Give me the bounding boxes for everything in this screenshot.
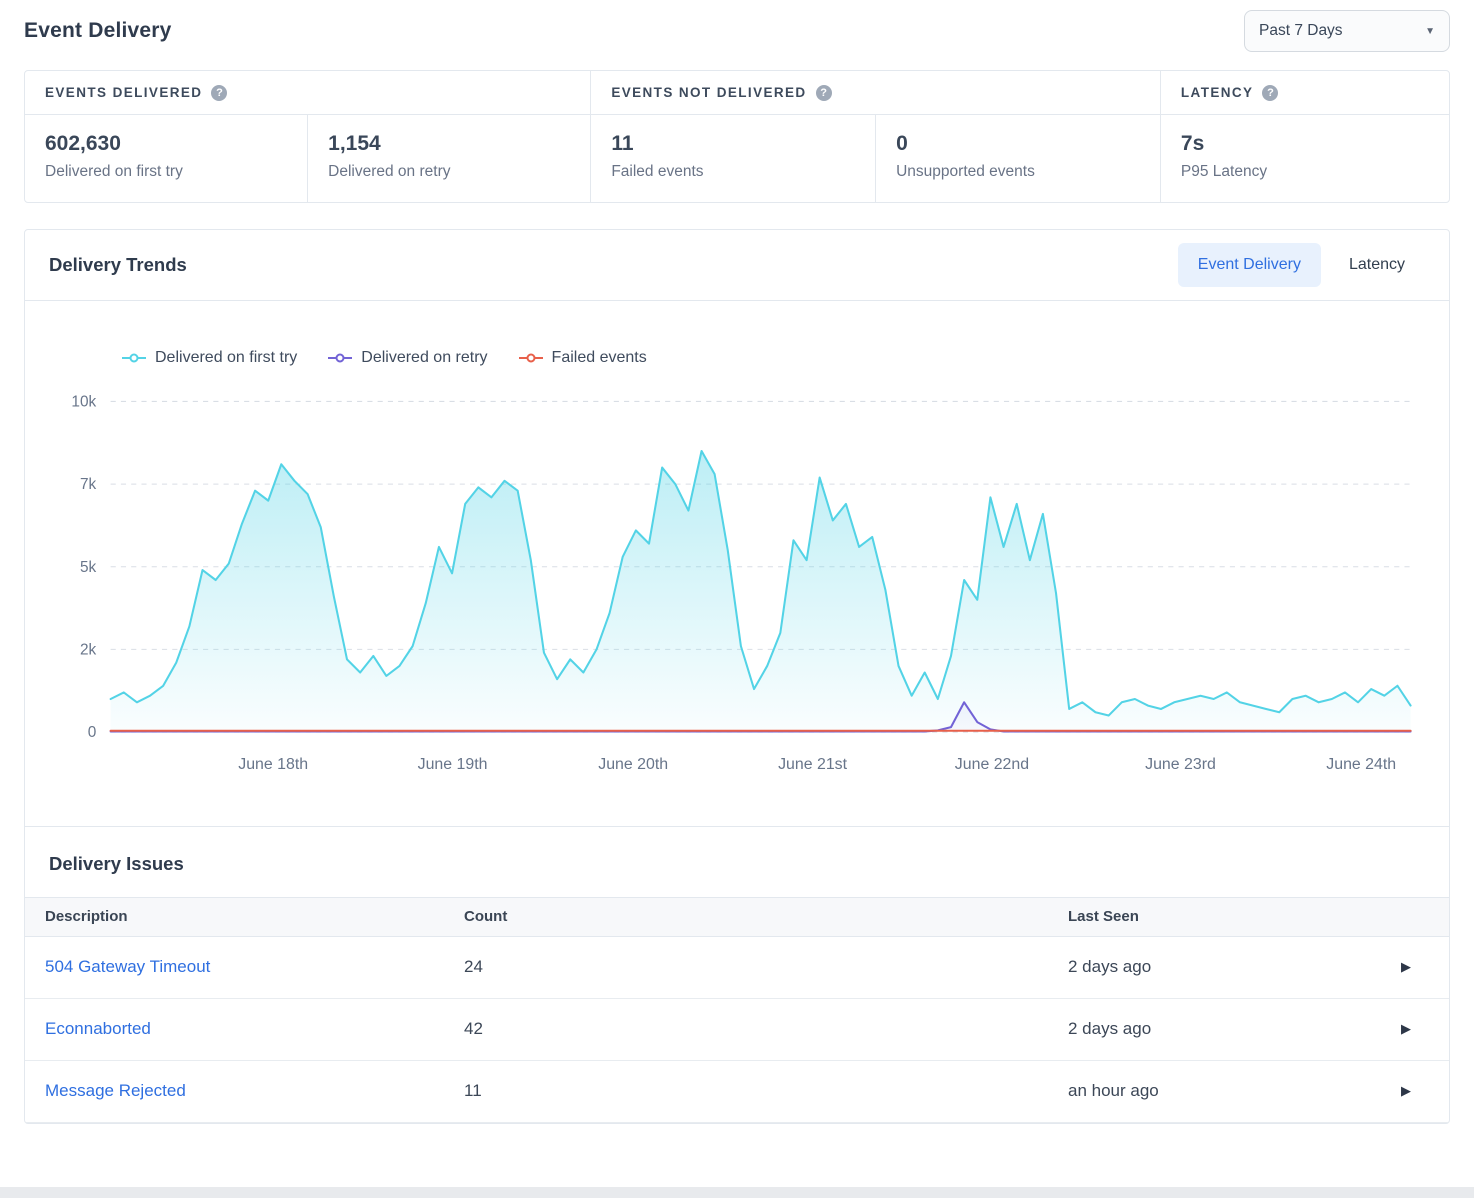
legend-marker-icon [121, 352, 147, 364]
stat-value: 602,630 [45, 132, 287, 156]
event-delivery-page: Event Delivery Past 7 Days ▼ EVENTS DELI… [0, 0, 1474, 1198]
page-footer-strip [0, 1187, 1474, 1198]
svg-text:June 24th: June 24th [1326, 756, 1396, 773]
col-header-last-seen: Last Seen [1068, 908, 1401, 925]
chevron-right-icon[interactable]: ▶ [1401, 1083, 1411, 1099]
chevron-right-icon[interactable]: ▶ [1401, 959, 1411, 975]
stat-group-title: EVENTS NOT DELIVERED [611, 85, 806, 100]
table-row[interactable]: Message Rejected 11 an hour ago ▶ [25, 1061, 1449, 1123]
help-icon[interactable]: ? [211, 85, 227, 101]
legend-label: Delivered on retry [361, 349, 487, 367]
stats-card: EVENTS DELIVERED ? 602,630 Delivered on … [24, 70, 1450, 203]
issues-table: Description Count Last Seen 504 Gateway … [25, 897, 1449, 1123]
svg-text:7k: 7k [80, 476, 97, 493]
chevron-right-icon[interactable]: ▶ [1401, 1021, 1411, 1037]
stat-label: P95 Latency [1181, 163, 1429, 181]
stat-cell-failed: 11 Failed events [591, 115, 875, 202]
stat-cell-retry: 1,154 Delivered on retry [307, 115, 590, 202]
issues-title: Delivery Issues [25, 827, 1449, 897]
svg-text:June 19th: June 19th [418, 756, 488, 773]
legend-marker-icon [327, 352, 353, 364]
page-title: Event Delivery [24, 19, 172, 43]
stat-value: 7s [1181, 132, 1429, 156]
table-row[interactable]: 504 Gateway Timeout 24 2 days ago ▶ [25, 937, 1449, 999]
svg-text:June 20th: June 20th [598, 756, 668, 773]
svg-text:5k: 5k [80, 559, 97, 576]
stat-group-header: EVENTS NOT DELIVERED ? [591, 71, 1160, 115]
stat-group-events-delivered: EVENTS DELIVERED ? 602,630 Delivered on … [25, 71, 590, 202]
delivery-trends-header: Delivery Trends Event Delivery Latency [25, 230, 1449, 301]
col-header-count: Count [464, 908, 1068, 925]
stat-label: Delivered on retry [328, 163, 570, 181]
page-header: Event Delivery Past 7 Days ▼ [24, 6, 1450, 70]
svg-text:2k: 2k [80, 642, 97, 659]
delivery-issues-section: Delivery Issues Description Count Last S… [25, 826, 1449, 1123]
legend-item-first-try: Delivered on first try [121, 349, 297, 367]
trends-title: Delivery Trends [49, 254, 187, 276]
legend-item-retry: Delivered on retry [327, 349, 487, 367]
issue-last-seen: 2 days ago [1068, 957, 1401, 977]
stat-cell-p95-latency: 7s P95 Latency [1161, 115, 1449, 202]
svg-text:0: 0 [88, 724, 97, 741]
tab-latency[interactable]: Latency [1329, 243, 1425, 287]
stat-value: 11 [611, 132, 855, 156]
time-range-dropdown[interactable]: Past 7 Days ▼ [1244, 10, 1450, 52]
svg-text:June 22nd: June 22nd [955, 756, 1029, 773]
legend-label: Failed events [552, 349, 647, 367]
issue-link[interactable]: Message Rejected [45, 1081, 186, 1100]
stat-group-events-not-delivered: EVENTS NOT DELIVERED ? 11 Failed events … [590, 71, 1160, 202]
stat-value: 0 [896, 132, 1140, 156]
issue-count: 42 [464, 1019, 1068, 1039]
issue-link[interactable]: Econnaborted [45, 1019, 151, 1038]
svg-text:June 21st: June 21st [778, 756, 848, 773]
trend-chart: 0 2k 5k 7k 10k June 18th June 19th June 20th Jun… [49, 385, 1425, 796]
stat-group-latency: LATENCY ? 7s P95 Latency [1160, 71, 1449, 202]
tab-event-delivery[interactable]: Event Delivery [1178, 243, 1321, 287]
help-icon[interactable]: ? [816, 85, 832, 101]
issue-link[interactable]: 504 Gateway Timeout [45, 957, 210, 976]
table-row[interactable]: Econnaborted 42 2 days ago ▶ [25, 999, 1449, 1061]
chevron-down-icon: ▼ [1425, 26, 1435, 37]
stat-group-title: LATENCY [1181, 85, 1254, 100]
chart-legend: Delivered on first try Delivered on retr… [121, 349, 1425, 367]
issue-count: 11 [464, 1081, 1068, 1101]
col-header-description: Description [45, 908, 464, 925]
stat-cell-unsupported: 0 Unsupported events [875, 115, 1160, 202]
legend-marker-icon [518, 352, 544, 364]
legend-label: Delivered on first try [155, 349, 297, 367]
svg-text:10k: 10k [71, 394, 96, 411]
svg-text:June 23rd: June 23rd [1145, 756, 1216, 773]
stat-group-title: EVENTS DELIVERED [45, 85, 202, 100]
stat-value: 1,154 [328, 132, 570, 156]
stat-label: Unsupported events [896, 163, 1140, 181]
stat-label: Delivered on first try [45, 163, 287, 181]
time-range-value: Past 7 Days [1259, 22, 1343, 40]
delivery-trends-card: Delivery Trends Event Delivery Latency D… [24, 229, 1450, 1124]
stat-cell-first-try: 602,630 Delivered on first try [25, 115, 307, 202]
issue-last-seen: an hour ago [1068, 1081, 1401, 1101]
stat-group-header: EVENTS DELIVERED ? [25, 71, 590, 115]
help-icon[interactable]: ? [1262, 85, 1278, 101]
issue-count: 24 [464, 957, 1068, 977]
stat-group-header: LATENCY ? [1161, 71, 1449, 115]
issue-last-seen: 2 days ago [1068, 1019, 1401, 1039]
svg-text:June 18th: June 18th [238, 756, 308, 773]
trends-tabs: Event Delivery Latency [1178, 243, 1425, 287]
legend-item-failed: Failed events [518, 349, 647, 367]
issues-table-header: Description Count Last Seen [25, 897, 1449, 937]
stat-label: Failed events [611, 163, 855, 181]
chart-area: Delivered on first try Delivered on retr… [25, 301, 1449, 826]
